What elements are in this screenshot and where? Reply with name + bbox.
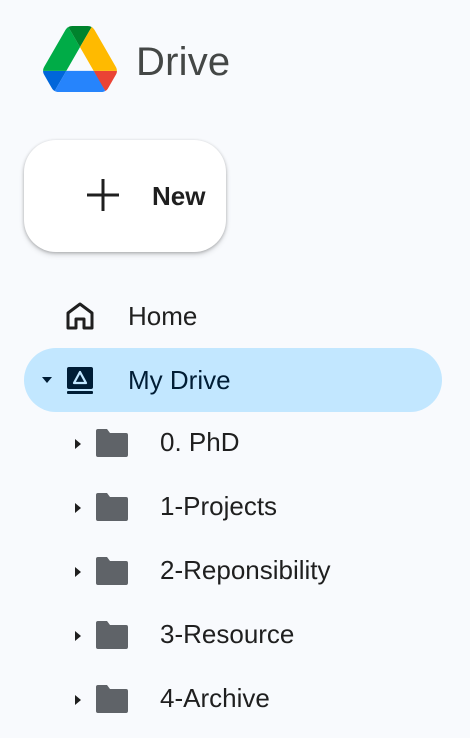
nav-item-my-drive-label: My Drive xyxy=(128,365,231,395)
chevron-right-icon[interactable] xyxy=(72,500,84,516)
nav-item-home[interactable]: Home xyxy=(24,284,442,348)
new-button[interactable]: New xyxy=(24,140,226,252)
folder-row[interactable]: 4-Archive xyxy=(24,668,442,732)
new-button-label: New xyxy=(152,181,206,211)
folder-icon xyxy=(96,429,128,457)
google-drive-logo-icon xyxy=(43,26,117,92)
folder-row[interactable]: 0. PhD xyxy=(24,412,442,476)
app-title: Drive xyxy=(136,40,231,84)
folder-icon xyxy=(96,493,128,521)
chevron-right-icon[interactable] xyxy=(72,436,84,452)
folder-label: 4-Archive xyxy=(160,683,270,713)
chevron-right-icon[interactable] xyxy=(72,564,84,580)
home-icon xyxy=(66,302,94,330)
folder-label: 3-Resource xyxy=(160,619,295,649)
my-drive-icon xyxy=(67,367,93,394)
folder-label: 0. PhD xyxy=(160,427,240,457)
folder-row[interactable]: 3-Resource xyxy=(24,604,442,668)
drive-sidebar: Drive New Home My Drive 0. PhD 1-Project… xyxy=(0,0,470,738)
chevron-right-icon[interactable] xyxy=(72,628,84,644)
plus-icon xyxy=(87,179,119,211)
drive-logo[interactable] xyxy=(42,26,118,92)
folder-row[interactable]: 1-Projects xyxy=(24,476,442,540)
nav-item-home-label: Home xyxy=(128,301,198,331)
folder-icon xyxy=(96,621,128,649)
folder-icon xyxy=(96,557,128,585)
folder-label: 1-Projects xyxy=(160,491,278,521)
chevron-down-icon[interactable] xyxy=(40,374,54,386)
folder-label: 2-Reponsibility xyxy=(160,555,331,585)
chevron-right-icon[interactable] xyxy=(72,692,84,708)
nav-item-my-drive[interactable]: My Drive xyxy=(24,348,442,412)
folder-icon xyxy=(96,685,128,713)
folder-row[interactable]: 2-Reponsibility xyxy=(24,540,442,604)
